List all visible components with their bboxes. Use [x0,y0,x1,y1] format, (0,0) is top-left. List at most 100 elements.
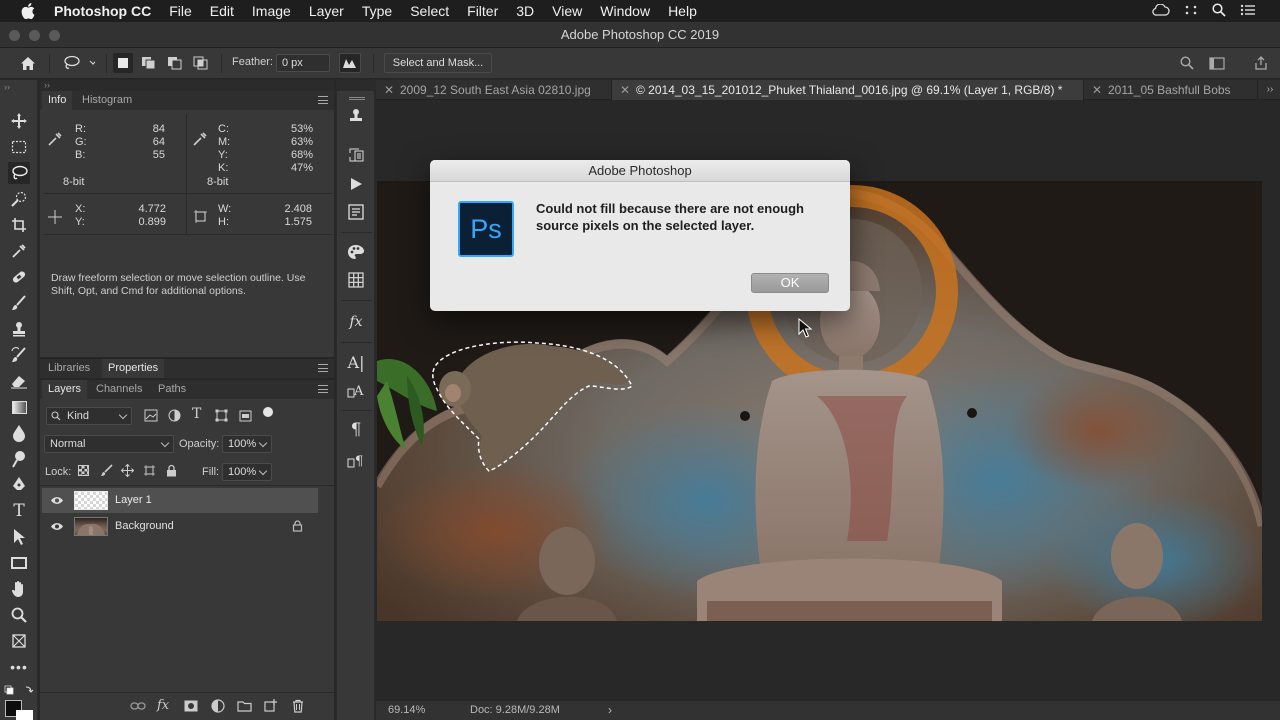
spotlight-search-icon[interactable] [1212,2,1226,20]
doc-tab[interactable]: ✕ 2011_05 Bashfull Bobs [1084,80,1258,100]
new-group-folder-icon[interactable] [237,700,252,715]
gradient-tool-icon[interactable] [8,396,30,418]
history-brush-tool-icon[interactable] [8,344,30,366]
filter-smart-objects-icon[interactable] [239,409,252,425]
default-colors-icon[interactable] [4,685,34,697]
zoom-tool-icon[interactable] [8,604,30,626]
new-adjustment-layer-icon[interactable] [211,699,225,716]
close-tab-icon[interactable]: ✕ [384,80,394,100]
menu-filter[interactable]: Filter [458,0,507,22]
clone-source-panel-icon[interactable] [346,106,366,126]
path-selection-tool-icon[interactable] [8,526,30,548]
tab-info[interactable]: Info [42,91,73,110]
close-tab-icon[interactable]: ✕ [620,80,630,100]
pen-tool-icon[interactable] [8,474,30,496]
anti-alias-toggle-icon[interactable] [339,53,361,73]
menu-app-name[interactable]: Photoshop CC [54,0,160,22]
menu-image[interactable]: Image [243,0,300,22]
ok-button[interactable]: OK [751,273,829,293]
menu-view[interactable]: View [543,0,591,22]
quick-selection-tool-icon[interactable] [8,188,30,210]
properties-panel-menu-icon[interactable] [318,364,328,372]
menu-select[interactable]: Select [401,0,458,22]
feather-input[interactable]: 0 px [276,54,330,72]
swatches-palette-panel-icon[interactable] [346,242,366,262]
menu-type[interactable]: Type [353,0,401,22]
fill-input[interactable]: 100% [222,463,272,481]
rectangle-tool-icon[interactable] [8,552,30,574]
menu-layer[interactable]: Layer [300,0,353,22]
tab-properties[interactable]: Properties [102,359,165,378]
new-selection-icon[interactable] [113,53,133,73]
lock-transparent-pixels-icon[interactable] [78,465,89,476]
tab-layers[interactable]: Layers [42,380,88,399]
menu-help[interactable]: Help [659,0,706,22]
brush-tool-icon[interactable] [8,292,30,314]
filter-pixel-layers-icon[interactable] [144,409,158,425]
search-icon[interactable] [1177,53,1197,73]
info-panel-menu-icon[interactable] [318,96,328,104]
background-color-swatch[interactable] [16,710,33,720]
lock-image-pixels-icon[interactable] [100,464,113,480]
minimize-window-icon[interactable] [29,30,40,41]
paragraph-styles-panel-icon[interactable]: ¶ [346,450,366,470]
zoom-level[interactable]: 69.14% [388,704,425,716]
tab-paths[interactable]: Paths [152,380,192,399]
character-panel-icon[interactable]: A| [346,352,366,372]
collapse-toolbar-icon[interactable]: ›› [4,82,10,92]
status-menu-chevron-icon[interactable]: › [608,703,612,717]
lasso-tool-icon[interactable] [8,162,30,184]
properties-panel-icon[interactable] [346,202,366,222]
lock-all-icon[interactable] [166,464,177,480]
lasso-tool-preset-picker[interactable] [58,53,98,73]
marquee-tool-icon[interactable] [8,136,30,158]
more-tools-icon[interactable]: ••• [8,656,30,678]
add-to-selection-icon[interactable] [139,53,159,73]
menu-file[interactable]: File [160,0,201,22]
clone-stamp-tool-icon[interactable] [8,318,30,340]
new-layer-icon[interactable] [264,699,277,715]
styles-fx-panel-icon[interactable]: fx [346,312,366,332]
blur-tool-icon[interactable] [8,422,30,444]
healing-brush-tool-icon[interactable] [8,266,30,288]
menu-3d[interactable]: 3D [507,0,543,22]
filter-toggle-icon[interactable] [263,407,273,417]
crop-tool-icon[interactable] [8,214,30,236]
delete-layer-trash-icon[interactable] [292,699,304,716]
layer-name[interactable]: Background [115,520,174,532]
close-window-icon[interactable] [9,30,20,41]
dodge-tool-icon[interactable] [8,448,30,470]
select-and-mask-button[interactable]: Select and Mask... [384,53,492,73]
actions-play-panel-icon[interactable] [346,174,366,194]
link-layers-icon[interactable] [130,701,146,714]
eyedropper-tool-icon[interactable] [8,240,30,262]
blend-mode-select[interactable]: Normal [44,435,174,453]
workspace-switcher-icon[interactable] [1206,53,1228,73]
doc-tab-active[interactable]: ✕ © 2014_03_15_201012_Phuket Thialand_00… [612,80,1084,100]
intersect-selection-icon[interactable] [191,53,211,73]
doc-tab[interactable]: ✕ 2009_12 South East Asia 02810.jpg [376,80,612,100]
add-layer-mask-icon[interactable] [184,700,198,715]
zoom-window-icon[interactable] [49,30,60,41]
more-tabs-icon[interactable]: ›› [1260,80,1280,100]
type-tool-icon[interactable]: T [8,500,30,522]
collapse-panels-icon[interactable]: ›› [44,80,50,90]
history-panel-icon[interactable] [346,146,366,166]
layer-row-background[interactable]: Background [42,514,318,539]
paragraph-panel-icon[interactable]: ¶ [346,420,366,440]
layer-name[interactable]: Layer 1 [115,494,152,506]
tab-histogram[interactable]: Histogram [76,91,138,110]
share-icon[interactable] [1250,53,1272,73]
layer-effects-fx-icon[interactable]: fx [157,698,169,713]
filter-shape-layers-icon[interactable] [215,409,228,425]
swatches-grid-panel-icon[interactable] [346,270,366,290]
layers-panel-menu-icon[interactable] [318,385,328,393]
layer-row-layer-1[interactable]: Layer 1 [42,488,318,513]
subtract-from-selection-icon[interactable] [165,53,185,73]
apple-menu-icon[interactable] [18,0,38,22]
eraser-tool-icon[interactable] [8,370,30,392]
tab-libraries[interactable]: Libraries [42,359,96,378]
tab-channels[interactable]: Channels [90,380,148,399]
menu-window[interactable]: Window [591,0,659,22]
artboard-frame-tool-icon[interactable] [8,630,30,652]
